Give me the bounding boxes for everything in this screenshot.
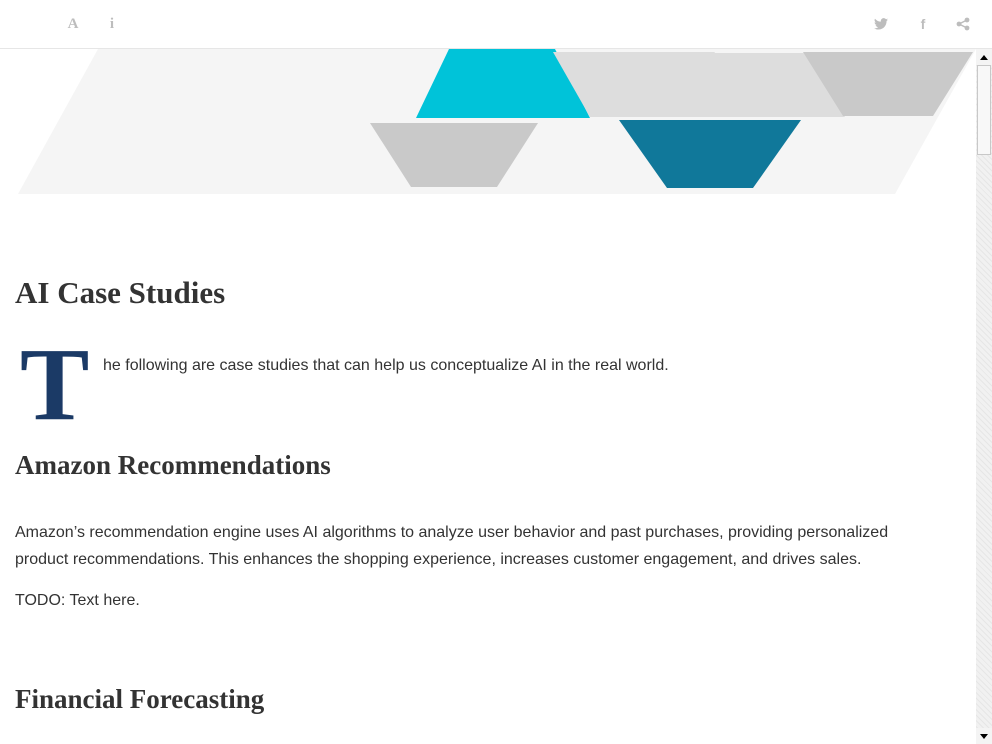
section-heading-amazon: Amazon Recommendations xyxy=(15,450,331,480)
article-content: AI Case Studies T he following are case … xyxy=(0,49,976,744)
vertical-scrollbar[interactable] xyxy=(976,49,992,744)
twitter-icon[interactable] xyxy=(871,14,891,34)
scroll-up-arrow-icon[interactable] xyxy=(976,49,992,65)
intro-paragraph: he following are case studies that can h… xyxy=(103,357,669,374)
facebook-icon[interactable]: f xyxy=(913,14,933,34)
amazon-paragraph: Amazon’s recommendation engine uses AI a… xyxy=(15,524,889,568)
font-glyph: A xyxy=(67,15,79,32)
page-title: AI Case Studies xyxy=(15,275,226,310)
facebook-glyph: f xyxy=(920,16,926,32)
share-icon[interactable] xyxy=(953,14,973,34)
scrollbar-thumb[interactable] xyxy=(977,65,991,155)
info-glyph: i xyxy=(109,15,115,32)
info-icon[interactable]: i xyxy=(102,14,122,34)
scroll-down-arrow-icon[interactable] xyxy=(976,728,992,744)
font-icon[interactable]: A xyxy=(63,14,83,34)
top-toolbar: A i f xyxy=(0,0,992,49)
drop-cap: T xyxy=(20,327,90,442)
todo-paragraph: TODO: Text here. xyxy=(15,592,140,609)
section-heading-financial: Financial Forecasting xyxy=(15,684,265,714)
banner-graphic xyxy=(18,49,976,194)
